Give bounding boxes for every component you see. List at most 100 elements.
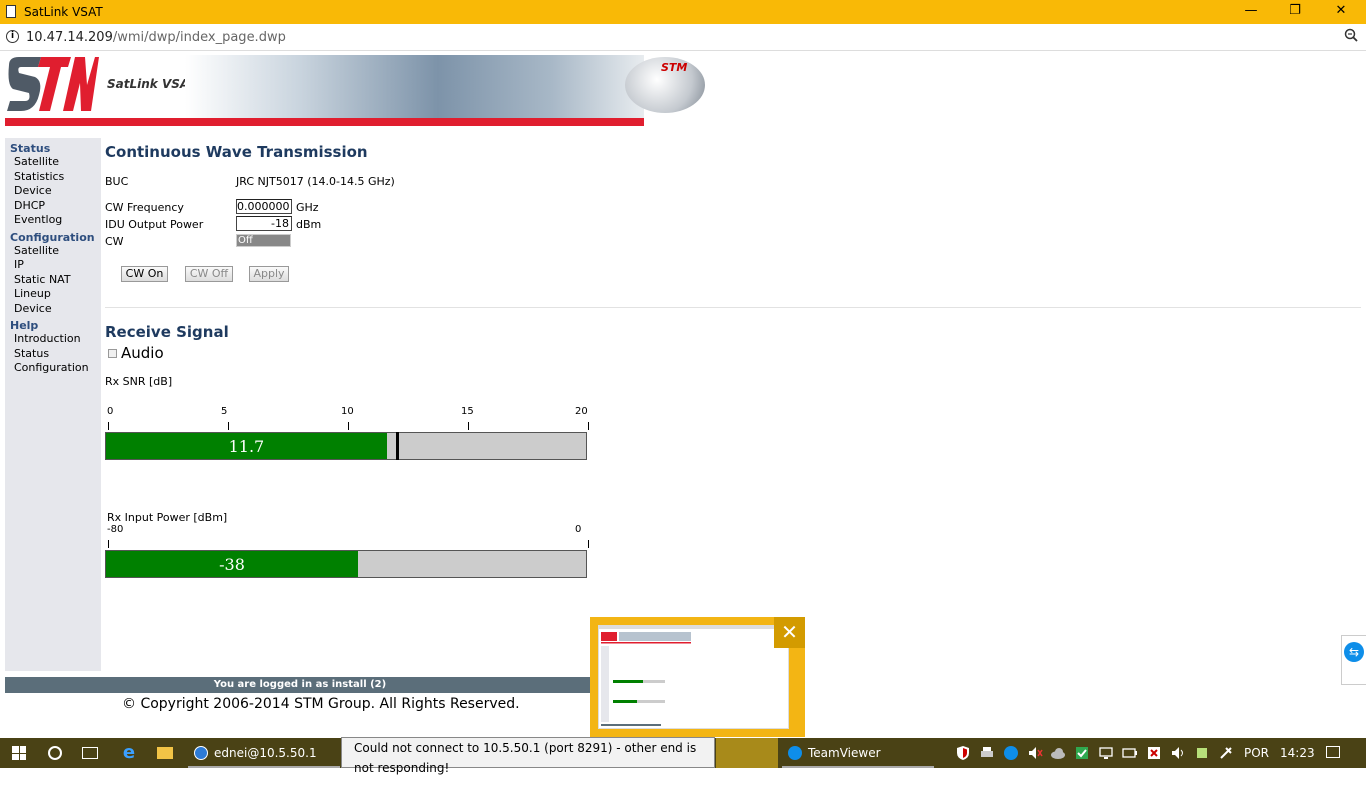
volume-muted-icon[interactable] <box>1027 745 1043 761</box>
taskbar-app-winbox-label: ednei@10.5.50.1 (Serv... <box>214 746 317 790</box>
cloud-icon[interactable] <box>1050 745 1066 761</box>
sidebar-item-help-status[interactable]: Status <box>5 347 101 362</box>
preview-thumbnail[interactable] <box>598 625 790 729</box>
power-tick-mark <box>588 540 589 548</box>
speaker-icon[interactable] <box>1170 745 1186 761</box>
restore-button[interactable]: ❐ <box>1272 0 1318 24</box>
snr-marker <box>396 432 400 460</box>
connection-error-tooltip: Could not connect to 10.5.50.1 (port 829… <box>341 737 715 775</box>
network-icon[interactable] <box>1098 745 1114 761</box>
cw-on-button[interactable]: CW On <box>121 266 168 282</box>
sidebar-item-static-nat[interactable]: Static NAT <box>5 273 101 288</box>
sidebar-item-eventlog[interactable]: Eventlog <box>5 213 101 228</box>
cortana-search-button[interactable] <box>44 738 66 768</box>
sidebar-item-help-configuration[interactable]: Configuration <box>5 361 101 376</box>
rx-input-power-label: Rx Input Power [dBm] <box>107 511 228 524</box>
task-view-icon <box>82 747 98 759</box>
notes-icon[interactable] <box>1194 745 1210 761</box>
snr-tick-label: 10 <box>341 406 354 417</box>
minimize-button[interactable]: — <box>1228 0 1274 24</box>
audio-label: Audio <box>121 344 164 362</box>
taskbar-app-active-browser[interactable] <box>716 738 778 768</box>
url-path: /wmi/dwp/index_page.dwp <box>112 30 286 45</box>
login-status-bar: You are logged in as install (2) <box>5 677 595 693</box>
tools-icon[interactable] <box>1218 745 1234 761</box>
snr-bar-fill: 11.7 <box>106 433 387 459</box>
rx-snr-label: Rx SNR [dB] <box>105 375 173 388</box>
dish-logo: STM <box>661 61 688 74</box>
taskbar-app-winbox[interactable]: ednei@10.5.50.1 (Serv... <box>188 738 340 790</box>
idu-output-power-label: IDU Output Power <box>105 218 204 231</box>
stm-logo <box>5 55 99 113</box>
snr-tick-label: 15 <box>461 406 474 417</box>
power-tick-label: -80 <box>107 524 124 535</box>
taskbar-app-teamviewer[interactable]: TeamViewer <box>782 738 934 768</box>
sidebar-item-dhcp[interactable]: DHCP <box>5 199 101 214</box>
edge-browser-icon[interactable]: e <box>116 738 142 768</box>
apply-button[interactable]: Apply <box>249 266 289 282</box>
cw-status-field: Off <box>236 234 291 247</box>
task-view-button[interactable] <box>78 738 102 768</box>
file-explorer-button[interactable] <box>152 738 178 768</box>
sidebar-item-status-satellite[interactable]: Satellite <box>5 155 101 170</box>
windows-logo-icon <box>12 746 26 760</box>
action-center-button[interactable] <box>1326 738 1342 768</box>
copyright-text: © Copyright 2006-2014 STM Group. All Rig… <box>122 696 520 712</box>
security-alert-icon[interactable] <box>1146 745 1162 761</box>
taskbar-preview-popup[interactable]: ✕ <box>590 617 805 737</box>
receive-signal-title: Receive Signal <box>105 323 229 341</box>
language-indicator[interactable]: POR <box>1244 738 1269 768</box>
snr-tick-label: 20 <box>575 406 588 417</box>
snr-tick-mark <box>588 422 589 430</box>
start-button[interactable] <box>0 738 40 768</box>
sidebar-nav: Status Satellite Statistics Device DHCP … <box>5 138 101 671</box>
zoom-icon[interactable] <box>1344 28 1358 42</box>
close-button[interactable]: ✕ <box>1318 0 1364 24</box>
preview-thumbnail-image <box>599 626 790 726</box>
search-circle-icon <box>48 746 62 760</box>
sidebar-item-config-satellite[interactable]: Satellite <box>5 244 101 259</box>
sidebar-header-configuration: Configuration <box>10 230 95 244</box>
power-bar: -38 <box>105 550 587 578</box>
url-text[interactable]: 10.47.14.209/wmi/dwp/index_page.dwp <box>26 30 286 45</box>
teamviewer-badge[interactable]: ⇆ <box>1341 635 1366 685</box>
cw-title: Continuous Wave Transmission <box>105 143 368 161</box>
buc-value: JRC NJT5017 (14.0-14.5 GHz) <box>236 175 395 188</box>
preview-close-icon[interactable]: ✕ <box>774 617 805 648</box>
power-value: -38 <box>219 555 245 574</box>
sidebar-item-statistics[interactable]: Statistics <box>5 170 101 185</box>
sidebar-item-status-device[interactable]: Device <box>5 184 101 199</box>
sidebar-item-config-device[interactable]: Device <box>5 302 101 317</box>
snr-tick-mark <box>348 422 349 430</box>
audio-checkbox[interactable] <box>108 349 117 358</box>
shield-icon[interactable] <box>955 745 971 761</box>
printer-icon[interactable] <box>979 745 995 761</box>
snr-value: 11.7 <box>228 437 265 456</box>
power-bar-fill: -38 <box>106 551 358 577</box>
sidebar-item-lineup[interactable]: Lineup <box>5 287 101 302</box>
banner-image: STM <box>185 55 705 118</box>
page-icon <box>6 5 16 18</box>
cw-off-button[interactable]: CW Off <box>185 266 233 282</box>
info-icon[interactable]: i <box>6 30 19 43</box>
sidebar-item-ip[interactable]: IP <box>5 258 101 273</box>
cw-frequency-input[interactable]: 0.000000 <box>236 199 292 214</box>
clock[interactable]: 14:23 <box>1280 738 1315 768</box>
idu-output-power-input[interactable]: -18 <box>236 216 292 231</box>
notification-icon <box>1326 746 1340 758</box>
battery-icon[interactable] <box>1122 745 1138 761</box>
banner-redline <box>5 118 644 126</box>
taskbar-app-teamviewer-label: TeamViewer <box>808 746 881 760</box>
power-tick-mark <box>108 540 109 548</box>
snr-tick-mark <box>468 422 469 430</box>
green-check-icon[interactable] <box>1074 745 1090 761</box>
idu-output-power-unit: dBm <box>296 218 322 231</box>
window-titlebar: SatLink VSAT — ❐ ✕ <box>0 0 1366 24</box>
sidebar-header-status: Status <box>10 142 51 155</box>
power-tick-label: 0 <box>575 524 582 535</box>
snr-tick-label: 0 <box>107 406 114 417</box>
cw-label: CW <box>105 235 124 248</box>
address-bar[interactable]: i 10.47.14.209/wmi/dwp/index_page.dwp <box>0 24 1366 51</box>
teamviewer-tray-icon[interactable] <box>1003 745 1019 761</box>
sidebar-item-introduction[interactable]: Introduction <box>5 332 101 347</box>
